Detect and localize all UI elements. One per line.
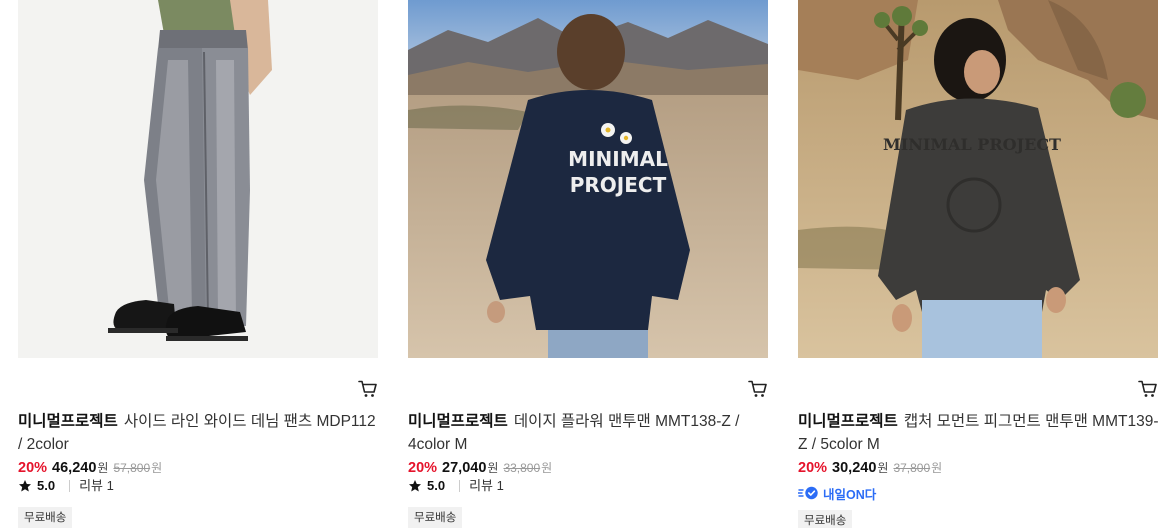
cart-icon <box>748 380 767 397</box>
discount-rate: 20% <box>18 460 48 476</box>
rating-row: 5.0 리뷰 1 <box>18 477 114 495</box>
daisy-sweatshirt-photo: MINIMAL PROJECT <box>408 0 768 358</box>
divider <box>69 480 71 492</box>
discount-rate: 20% <box>798 460 828 476</box>
free-shipping-tag: 무료배송 <box>408 507 463 528</box>
divider <box>459 480 461 492</box>
original-price: 37,800 <box>893 461 931 475</box>
denim-pants-photo <box>18 0 378 358</box>
rating-score: 5.0 <box>427 478 446 493</box>
free-shipping-tag: 무료배송 <box>18 507 73 528</box>
sale-price: 27,040 <box>442 460 487 476</box>
product-title[interactable]: 미니멀프로젝트 캡처 모먼트 피그먼트 맨투맨 MMT139-Z / 5color… <box>798 410 1160 456</box>
product-title[interactable]: 미니멀프로젝트 사이드 라인 와이드 데님 팬츠 MDP112 / 2color <box>18 410 380 456</box>
add-to-cart-button[interactable] <box>358 380 378 398</box>
cart-icon <box>1138 380 1157 397</box>
star-icon <box>19 480 31 492</box>
original-price-unit: 원 <box>931 461 943 475</box>
brand-name[interactable]: 미니멀프로젝트 <box>18 413 118 430</box>
svg-text:PROJECT: PROJECT <box>570 173 667 197</box>
rating-score: 5.0 <box>37 478 56 493</box>
price-unit: 원 <box>877 461 889 475</box>
product-image[interactable]: MINIMAL PROJECT <box>798 0 1158 358</box>
star-icon <box>409 480 421 492</box>
product-card[interactable]: MINIMAL PROJECT 미니멀프로젝트 캡처 모먼트 피그먼트 맨투맨 M… <box>798 0 1160 528</box>
add-to-cart-button[interactable] <box>748 380 768 398</box>
original-price: 33,800 <box>503 461 541 475</box>
tomorrow-delivery-badge: 내일ON다 <box>798 484 876 502</box>
svg-text:MINIMAL: MINIMAL <box>568 147 668 171</box>
price-row: 20% 30,240원 37,800원 <box>798 458 942 478</box>
sale-price: 46,240 <box>52 460 97 476</box>
original-price-unit: 원 <box>541 461 553 475</box>
brand-name[interactable]: 미니멀프로젝트 <box>798 413 898 430</box>
price-unit: 원 <box>97 461 109 475</box>
sale-price: 30,240 <box>832 460 877 476</box>
review-count[interactable]: 리뷰 1 <box>469 477 504 495</box>
brand-name[interactable]: 미니멀프로젝트 <box>408 413 508 430</box>
price-row: 20% 27,040원 33,800원 <box>408 458 552 478</box>
product-title[interactable]: 미니멀프로젝트 데이지 플라워 맨투맨 MMT138-Z / 4color M <box>408 410 770 456</box>
original-price: 57,800 <box>113 461 151 475</box>
product-image[interactable]: MINIMAL PROJECT <box>408 0 768 358</box>
tomorrow-delivery-label: 내일ON다 <box>823 487 877 502</box>
price-unit: 원 <box>487 461 499 475</box>
free-shipping-tag: 무료배송 <box>798 510 853 528</box>
product-image[interactable] <box>18 0 378 358</box>
review-count[interactable]: 리뷰 1 <box>79 477 114 495</box>
delivery-icon <box>798 486 818 500</box>
discount-rate: 20% <box>408 460 438 476</box>
add-to-cart-button[interactable] <box>1138 380 1158 398</box>
rating-row: 5.0 리뷰 1 <box>408 477 504 495</box>
pigment-sweatshirt-photo: MINIMAL PROJECT <box>798 0 1158 358</box>
original-price-unit: 원 <box>151 461 163 475</box>
price-row: 20% 46,240원 57,800원 <box>18 458 162 478</box>
cart-icon <box>358 380 377 397</box>
svg-text:MINIMAL PROJECT: MINIMAL PROJECT <box>883 135 1061 154</box>
product-card[interactable]: MINIMAL PROJECT 미니멀프로젝트 데이지 플라워 맨투맨 MMT13… <box>408 0 768 528</box>
product-card[interactable]: 미니멀프로젝트 사이드 라인 와이드 데님 팬츠 MDP112 / 2color … <box>18 0 378 528</box>
